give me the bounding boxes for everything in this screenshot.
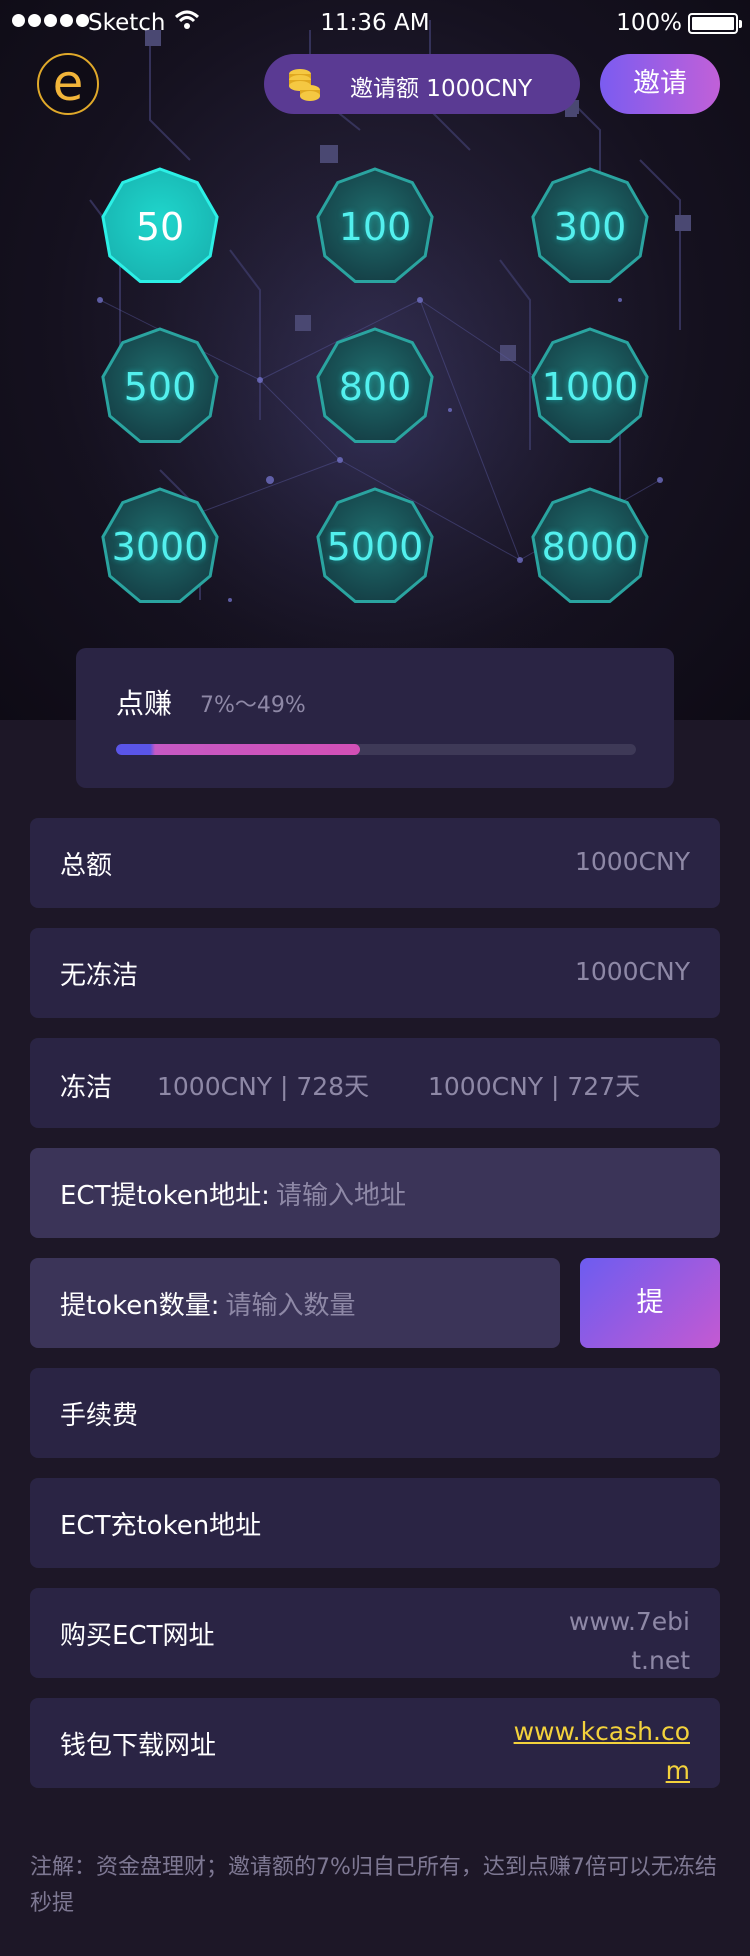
buy-url-row: 购买ECT网址 www.7ebit.net — [30, 1588, 720, 1678]
rate-progress-bar — [116, 744, 636, 755]
battery-percent: 100% — [616, 10, 682, 36]
amount-value: 300 — [553, 205, 627, 249]
frozen-item: 1000CNY | 728天 — [157, 1072, 370, 1101]
fee-row: 手续费 — [30, 1368, 720, 1458]
withdraw-button[interactable]: 提 — [580, 1258, 720, 1348]
rate-range: 7%～49% — [200, 693, 306, 718]
total-row: 总额 1000CNY — [30, 818, 720, 908]
unfrozen-value: 1000CNY — [574, 957, 690, 986]
buy-url-value: www.7ebit.net — [568, 1607, 690, 1675]
ect-address-label: ECT提token地址: 请输入地址 — [60, 1175, 406, 1212]
amount-option[interactable]: 300 — [528, 165, 652, 289]
amount-value: 1000 — [541, 365, 639, 409]
fee-label: 手续费 — [60, 1401, 139, 1431]
amount-option[interactable]: 3000 — [98, 485, 222, 609]
amount-value: 100 — [338, 205, 412, 249]
token-amount-label: 提token数量: 请输入数量 — [60, 1285, 355, 1322]
rate-card: 点赚 7%～49% — [76, 648, 674, 788]
amount-value: 8000 — [541, 525, 639, 569]
token-amount-label-text: 提token数量: — [60, 1291, 220, 1321]
ect-address-placeholder[interactable]: 请输入地址 — [276, 1181, 406, 1211]
amount-option[interactable]: 1000 — [528, 325, 652, 449]
token-amount-placeholder[interactable]: 请输入数量 — [225, 1291, 355, 1321]
invite-amount-text: 邀请额 1000CNY — [350, 76, 533, 102]
amount-option[interactable]: 8000 — [528, 485, 652, 609]
token-amount-field[interactable]: 提token数量: 请输入数量 — [30, 1258, 560, 1348]
total-label: 总额 — [60, 851, 113, 881]
amount-value: 800 — [338, 365, 412, 409]
total-value: 1000CNY — [574, 847, 690, 876]
amount-option[interactable]: 500 — [98, 325, 222, 449]
frozen-row: 冻洁 1000CNY | 728天 1000CNY | 727天 — [30, 1038, 720, 1128]
amount-option[interactable]: 5000 — [313, 485, 437, 609]
rate-progress-fill — [116, 744, 361, 755]
app-logo: e — [37, 53, 99, 115]
rate-label: 点赚 — [116, 687, 173, 720]
amount-value: 3000 — [111, 525, 209, 569]
ect-deposit-row[interactable]: ECT充token地址 — [30, 1478, 720, 1568]
hero-background: Sketch 11:36 AM 100% e 邀请额 1000CNY 邀请 50… — [0, 0, 750, 720]
ect-deposit-label: ECT充token地址 — [60, 1511, 262, 1541]
amount-value: 50 — [135, 205, 185, 249]
amount-value: 500 — [123, 365, 197, 409]
unfrozen-row: 无冻洁 1000CNY — [30, 928, 720, 1018]
footnote: 注解：资金盘理财；邀请额的7%归自己所有，达到点赚7倍可以无冻结秒提 — [30, 1855, 717, 1916]
invite-amount-pill: 邀请额 1000CNY — [264, 54, 580, 114]
amount-option[interactable]: 50 — [98, 165, 222, 289]
coin-stack-icon — [289, 69, 320, 101]
ect-address-field[interactable]: ECT提token地址: 请输入地址 — [30, 1148, 720, 1238]
invite-button[interactable]: 邀请 — [600, 54, 720, 114]
ect-address-label-text: ECT提token地址: — [60, 1181, 270, 1211]
frozen-item: 1000CNY | 727天 — [428, 1072, 641, 1101]
buy-url-label: 购买ECT网址 — [60, 1621, 215, 1651]
status-bar: Sketch 11:36 AM 100% — [0, 0, 750, 46]
amount-value: 5000 — [326, 525, 424, 569]
wallet-url-label: 钱包下载网址 — [60, 1731, 217, 1761]
amount-option[interactable]: 100 — [313, 165, 437, 289]
unfrozen-label: 无冻洁 — [60, 961, 139, 991]
amount-option[interactable]: 800 — [313, 325, 437, 449]
wallet-url-link[interactable]: www.kcash.com — [490, 1712, 690, 1790]
battery-icon — [688, 13, 742, 34]
wallet-url-row: 钱包下载网址 www.kcash.com — [30, 1698, 720, 1788]
frozen-label: 冻洁 — [60, 1073, 113, 1103]
